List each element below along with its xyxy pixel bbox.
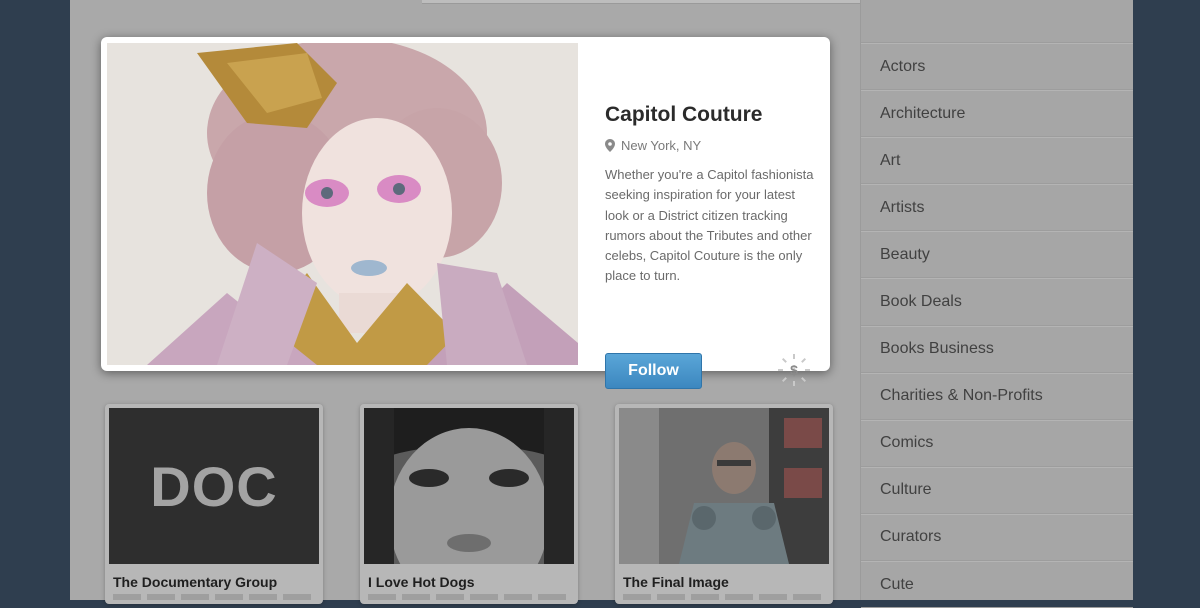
category-item[interactable]: Book Deals xyxy=(861,278,1133,326)
location-text: New York, NY xyxy=(621,138,702,153)
category-sidebar: Actors Architecture Art Artists Beauty B… xyxy=(860,0,1133,608)
card-title[interactable]: The Documentary Group xyxy=(113,574,277,590)
sponsored-badge-icon[interactable]: $ xyxy=(777,353,811,387)
sidebar-header xyxy=(861,0,1133,43)
category-item[interactable]: Comics xyxy=(861,419,1133,467)
category-item[interactable]: Artists xyxy=(861,184,1133,232)
main-content: Capitol Couture New York, NY Whether you… xyxy=(70,0,860,604)
blog-card[interactable]: The Final Image xyxy=(615,404,833,604)
category-item[interactable]: Books Business xyxy=(861,325,1133,373)
sponsor-symbol: $ xyxy=(790,362,798,378)
category-item[interactable]: Curators xyxy=(861,513,1133,562)
category-item[interactable]: Architecture xyxy=(861,90,1133,138)
card-title[interactable]: I Love Hot Dogs xyxy=(368,574,475,590)
card-thumbnail[interactable]: DOC xyxy=(109,408,319,564)
category-item[interactable]: Art xyxy=(861,137,1133,185)
category-item[interactable]: Beauty xyxy=(861,231,1133,279)
featured-location: New York, NY xyxy=(605,138,701,153)
card-description xyxy=(113,594,313,600)
featured-description: Whether you're a Capitol fashionista see… xyxy=(605,167,814,284)
follow-button[interactable]: Follow xyxy=(605,353,702,389)
featured-blog-card[interactable]: Capitol Couture New York, NY Whether you… xyxy=(101,37,830,389)
featured-title[interactable]: Capitol Couture xyxy=(605,103,763,127)
category-item[interactable]: Actors xyxy=(861,43,1133,91)
card-description xyxy=(368,594,568,600)
featured-image[interactable] xyxy=(107,43,578,365)
category-item[interactable]: Charities & Non-Profits xyxy=(861,372,1133,420)
category-item[interactable]: Culture xyxy=(861,466,1133,514)
category-item[interactable]: Cute xyxy=(861,561,1133,608)
card-thumbnail[interactable] xyxy=(619,408,829,564)
card-description xyxy=(623,594,823,600)
blog-card[interactable]: DOC The Documentary Group xyxy=(105,404,323,604)
page: Capitol Couture New York, NY Whether you… xyxy=(70,0,1133,608)
blog-card[interactable]: I Love Hot Dogs xyxy=(360,404,578,604)
card-thumbnail[interactable] xyxy=(364,408,574,564)
card-title[interactable]: The Final Image xyxy=(623,574,729,590)
location-pin-icon xyxy=(605,139,615,152)
